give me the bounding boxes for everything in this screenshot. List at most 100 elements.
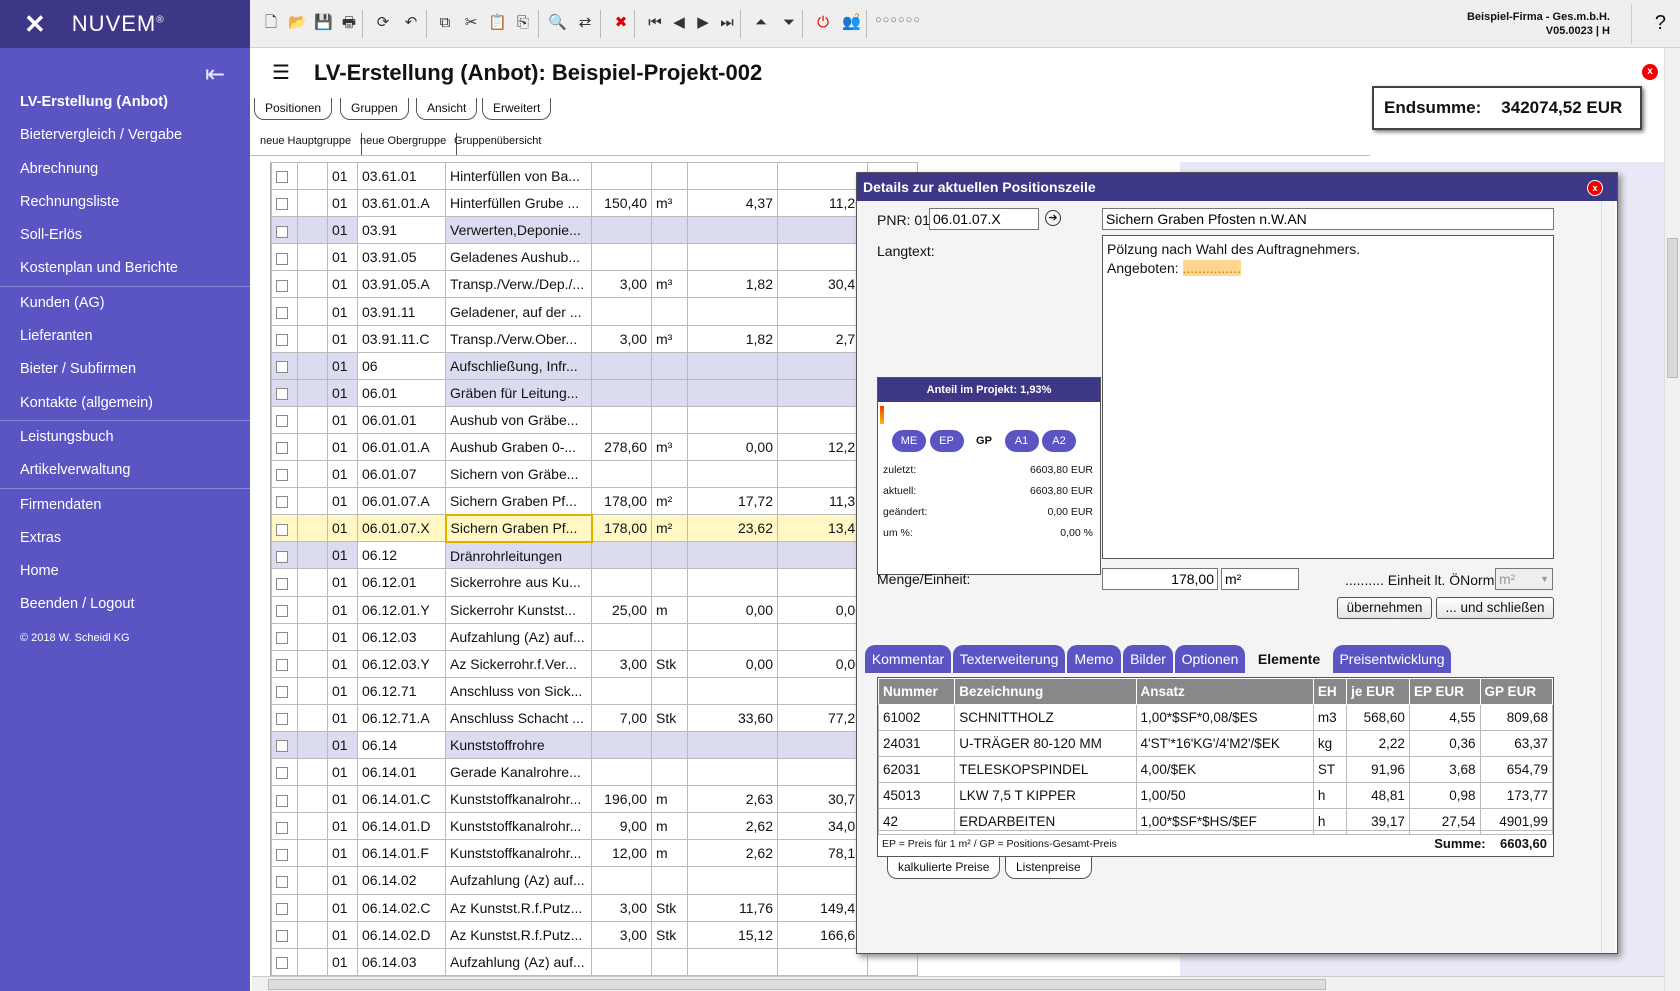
anteil-pill-a1[interactable]: A1 [1004,430,1039,452]
eh-cell[interactable] [651,351,688,380]
ep-cell[interactable]: 23,62 [687,514,778,543]
anteil-pill-me[interactable]: ME [892,430,926,452]
menge-cell[interactable] [591,676,652,705]
row-checkbox[interactable] [276,361,288,373]
pnr-cell[interactable]: 06.14.02 [357,866,446,895]
eh-cell[interactable] [651,622,688,651]
langtext-placeholder[interactable]: ............... [1182,260,1241,276]
eh-cell[interactable]: m [651,839,688,868]
sidebar-item[interactable]: Bietervergleich / Vergabe [0,119,250,152]
pnr-cell[interactable]: 06.01.07.X [357,514,446,543]
text-cell[interactable]: Aufzahlung (Az) auf... [445,866,592,895]
eh-cell[interactable] [651,676,688,705]
table-row[interactable]: 01 06.12.03.Y Az Sickerrohr.f.Ver... 3,00 St… [271,649,918,678]
ep-cell[interactable]: 15,12 [687,920,778,949]
tab-gruppen[interactable]: Gruppen [340,98,409,120]
ep-cell[interactable] [687,378,778,407]
eh-cell[interactable] [651,378,688,407]
scroll-thumb-h[interactable] [268,979,1326,990]
action-button[interactable]: neue Obergruppe [350,133,458,155]
sidebar-item[interactable]: LV-Erstellung (Anbot) [0,86,250,119]
ep-cell[interactable] [687,243,778,272]
pnr-cell[interactable]: 03.61.01 [357,162,446,191]
table-row[interactable]: 01 03.91.11.C Transp./Verw.Ober... 3,00 m³ 1,… [271,324,918,353]
ep-cell[interactable]: 4,37 [687,189,778,218]
row-checkbox[interactable] [276,496,288,509]
undo-icon[interactable]: ↶ [402,14,420,32]
menge-input[interactable] [1102,568,1218,590]
ep-cell[interactable]: 1,82 [687,270,778,299]
sidebar-item[interactable]: Kunden (AG) [0,287,250,320]
eh-cell[interactable]: Stk [651,703,688,732]
row-checkbox[interactable] [276,767,288,780]
oenorm-select[interactable]: m² ▼ [1495,568,1553,590]
eh-cell[interactable]: Stk [651,649,688,678]
dialog-tab[interactable]: Texterweiterung [953,645,1065,673]
menge-cell[interactable] [591,297,652,326]
menge-cell[interactable]: 3,00 [591,920,652,949]
table-row[interactable]: 01 06.01.07.A Sichern Graben Pf... 178,00 m²… [271,487,918,516]
text-cell[interactable]: Anschluss Schacht ... [445,703,592,732]
table-row[interactable]: 01 03.91 Verwerten,Deponie... [271,216,918,245]
apply-close-button[interactable]: ... und schließen [1436,597,1554,619]
table-row[interactable]: 01 06.01.01 Aushub von Gräbe... [271,405,918,434]
ep-cell[interactable] [687,351,778,380]
pnr-input[interactable] [929,208,1039,230]
table-row[interactable]: 01 03.91.11 Geladener, auf der ... [271,297,918,326]
apply-button[interactable]: übernehmen [1337,597,1432,619]
table-row[interactable]: 01 06.14.02 Aufzahlung (Az) auf... [271,866,918,895]
copy-icon[interactable]: ⧉ [436,14,454,32]
text-cell[interactable]: Transp./Verw.Ober... [445,324,592,353]
search-icon[interactable]: 🔍 [548,14,567,32]
row-checkbox[interactable] [276,306,288,319]
eh-cell[interactable]: Stk [651,893,688,922]
text-cell[interactable]: Sichern Graben Pf... [444,513,593,543]
dialog-tab[interactable]: Bilder [1123,645,1173,673]
sidebar-item[interactable]: Abrechnung [0,153,250,186]
cut-icon[interactable]: ✂ [462,14,480,32]
new-doc-icon[interactable]: 🗋 [262,14,280,32]
table-row[interactable]: 01 06.14.01.C Kunststoffkanalrohr... 196,00… [271,785,918,814]
ep-cell[interactable] [687,162,778,191]
row-checkbox[interactable] [276,631,288,644]
pnr-cell[interactable]: 03.61.01.A [357,189,446,218]
sidebar-item[interactable]: Rechnungsliste [0,186,250,219]
pnr-cell[interactable]: 06.14.02.C [357,893,446,922]
menge-cell[interactable] [591,216,652,245]
ep-cell[interactable] [687,568,778,597]
print-icon[interactable]: 🖶 [340,14,358,32]
row-checkbox[interactable] [276,902,288,915]
text-cell[interactable]: Az Sickerrohr.f.Ver... [445,649,592,678]
eh-cell[interactable] [651,866,688,895]
text-cell[interactable]: Verwerten,Deponie... [445,216,592,245]
eh-cell[interactable]: m² [651,514,688,543]
menge-cell[interactable]: 150,40 [591,189,652,218]
text-cell[interactable]: Dränrohrleitungen [445,541,592,570]
ep-cell[interactable]: 33,60 [687,703,778,732]
eh-cell[interactable]: m² [651,487,688,516]
eh-cell[interactable] [651,730,688,760]
menge-cell[interactable] [591,730,652,760]
row-checkbox[interactable] [276,659,288,672]
table-row[interactable]: 01 06.12 Dränrohrleitungen [271,541,918,570]
table-row[interactable]: 01 06.14 Kunststoffrohre [271,730,918,760]
tab-erweitert[interactable]: Erweitert [482,98,552,120]
collapse-icon[interactable]: ⏶ [752,14,770,32]
menge-cell[interactable]: 3,00 [591,270,652,299]
text-cell[interactable]: Sickerrohr Kunstst... [445,595,592,624]
collapse-sidebar-icon[interactable]: ⇤ [205,60,225,89]
menge-cell[interactable]: 278,60 [591,432,652,462]
menge-cell[interactable] [591,947,652,976]
horizontal-scrollbar[interactable] [252,976,1664,991]
anteil-pill-ep[interactable]: EP [929,430,964,452]
row-checkbox[interactable] [276,577,288,590]
eh-cell[interactable] [651,297,688,326]
ep-cell[interactable] [687,297,778,326]
sidebar-item[interactable]: Firmendaten [0,489,250,522]
row-checkbox[interactable] [276,442,288,455]
table-row[interactable]: 01 03.61.01.A Hinterfüllen Grube ... 150,40… [271,189,918,218]
pnr-cell[interactable]: 06 [357,351,446,380]
ep-cell[interactable]: 1,82 [687,324,778,353]
ep-cell[interactable]: 0,00 [687,595,778,624]
last-icon[interactable]: ⏭ [718,14,736,32]
